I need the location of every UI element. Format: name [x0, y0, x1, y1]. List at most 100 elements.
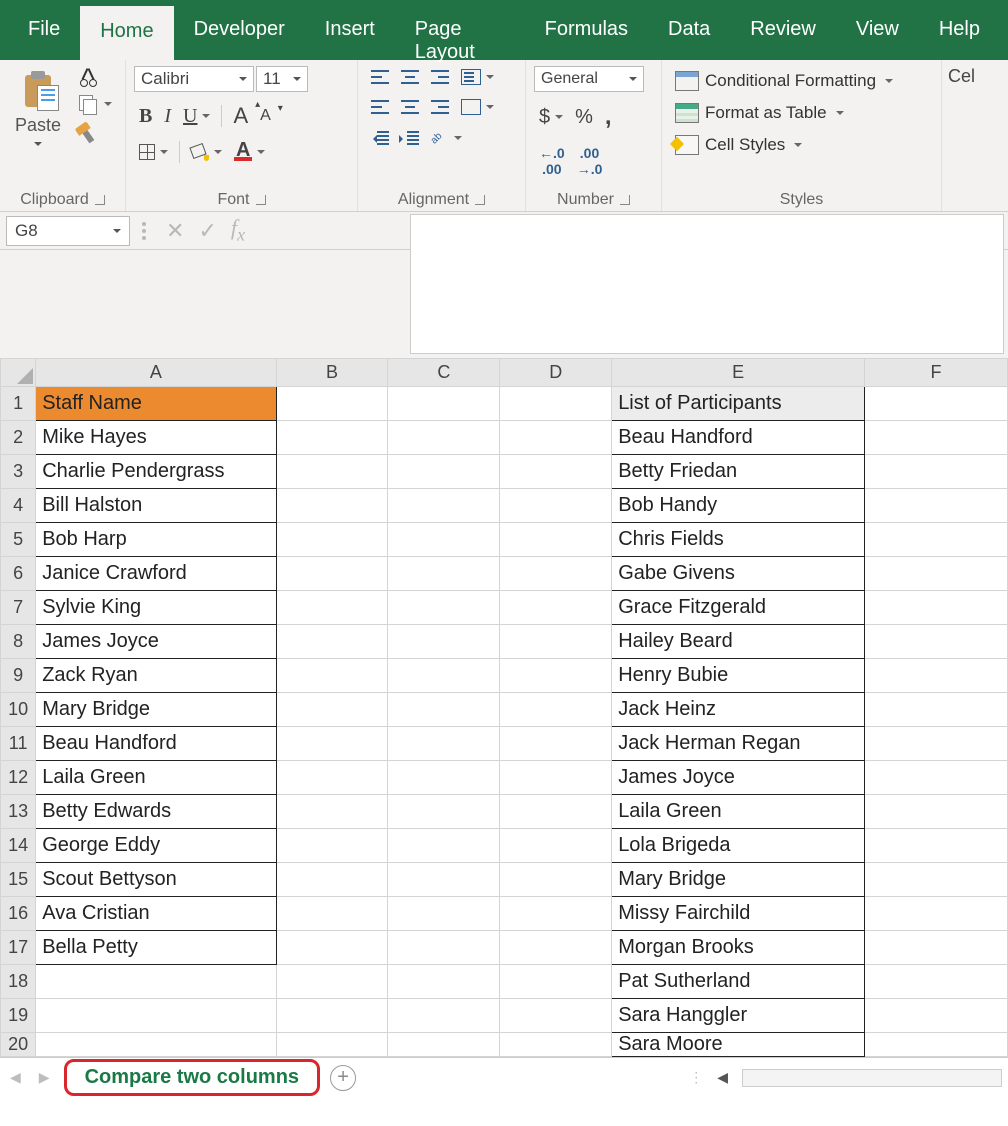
cell-C19[interactable] — [388, 999, 500, 1033]
font-color-button[interactable]: A — [229, 140, 270, 164]
cell-B9[interactable] — [276, 659, 388, 693]
format-as-table-button[interactable]: Format as Table — [670, 100, 933, 126]
font-name-select[interactable]: Calibri — [134, 66, 254, 92]
row-header[interactable]: 5 — [1, 523, 36, 557]
cell-D11[interactable] — [500, 727, 612, 761]
column-header-A[interactable]: A — [36, 359, 276, 387]
cell-A4[interactable]: Bill Halston — [36, 489, 276, 523]
cell-F9[interactable] — [864, 659, 1007, 693]
cell-A10[interactable]: Mary Bridge — [36, 693, 276, 727]
cell-B16[interactable] — [276, 897, 388, 931]
cell-F12[interactable] — [864, 761, 1007, 795]
decrease-decimal-button[interactable]: .00→.0 — [572, 142, 608, 180]
cell-C10[interactable] — [388, 693, 500, 727]
cell-F20[interactable] — [864, 1033, 1007, 1057]
shrink-font-button[interactable]: A▾ — [255, 104, 276, 128]
cell-D9[interactable] — [500, 659, 612, 693]
cell-C17[interactable] — [388, 931, 500, 965]
horizontal-scrollbar[interactable] — [742, 1069, 1002, 1087]
name-box[interactable]: G8 — [6, 216, 130, 246]
cell-D19[interactable] — [500, 999, 612, 1033]
tab-file[interactable]: File — [8, 0, 80, 60]
row-header[interactable]: 10 — [1, 693, 36, 727]
cell-D2[interactable] — [500, 421, 612, 455]
cell-F13[interactable] — [864, 795, 1007, 829]
cell-C1[interactable] — [388, 387, 500, 421]
row-header[interactable]: 6 — [1, 557, 36, 591]
cell-B2[interactable] — [276, 421, 388, 455]
enter-formula-button[interactable]: ✓ — [198, 218, 216, 244]
cell-C14[interactable] — [388, 829, 500, 863]
cell-C16[interactable] — [388, 897, 500, 931]
row-header[interactable]: 7 — [1, 591, 36, 625]
cancel-formula-button[interactable]: ✕ — [166, 218, 184, 244]
cell-B6[interactable] — [276, 557, 388, 591]
increase-indent-button[interactable] — [396, 128, 424, 148]
row-header[interactable]: 17 — [1, 931, 36, 965]
hscroll-left[interactable]: ◀ — [713, 1069, 732, 1086]
cell-D16[interactable] — [500, 897, 612, 931]
tab-page-layout[interactable]: Page Layout — [395, 0, 525, 60]
cell-E18[interactable]: Pat Sutherland — [612, 965, 865, 999]
cell-E9[interactable]: Henry Bubie — [612, 659, 865, 693]
row-header[interactable]: 19 — [1, 999, 36, 1033]
cell-B8[interactable] — [276, 625, 388, 659]
cell-A17[interactable]: Bella Petty — [36, 931, 276, 965]
row-header[interactable]: 3 — [1, 455, 36, 489]
cell-E17[interactable]: Morgan Brooks — [612, 931, 865, 965]
cell-C9[interactable] — [388, 659, 500, 693]
borders-button[interactable] — [134, 141, 173, 163]
bold-button[interactable]: B — [134, 102, 157, 131]
cell-F4[interactable] — [864, 489, 1007, 523]
paste-button[interactable]: Paste — [8, 66, 68, 187]
cell-D17[interactable] — [500, 931, 612, 965]
accounting-format-button[interactable]: $ — [534, 103, 568, 132]
comma-format-button[interactable]: , — [600, 100, 617, 134]
tab-help[interactable]: Help — [919, 0, 1000, 60]
cell-A2[interactable]: Mike Hayes — [36, 421, 276, 455]
cell-E10[interactable]: Jack Heinz — [612, 693, 865, 727]
row-header[interactable]: 16 — [1, 897, 36, 931]
cell-F18[interactable] — [864, 965, 1007, 999]
cell-A14[interactable]: George Eddy — [36, 829, 276, 863]
cell-E1[interactable]: List of Participants — [612, 387, 865, 421]
number-format-select[interactable]: General — [534, 66, 644, 92]
font-dialog-launcher[interactable] — [256, 195, 266, 205]
fill-color-button[interactable] — [186, 142, 227, 162]
orientation-button[interactable] — [426, 126, 467, 150]
cell-A3[interactable]: Charlie Pendergrass — [36, 455, 276, 489]
row-header[interactable]: 20 — [1, 1033, 36, 1057]
increase-decimal-button[interactable]: ←.0.00 — [534, 142, 570, 180]
cell-A1[interactable]: Staff Name — [36, 387, 276, 421]
format-painter-button[interactable] — [74, 118, 117, 146]
cell-A6[interactable]: Janice Crawford — [36, 557, 276, 591]
cell-B4[interactable] — [276, 489, 388, 523]
row-header[interactable]: 9 — [1, 659, 36, 693]
cell-F3[interactable] — [864, 455, 1007, 489]
cell-A15[interactable]: Scout Bettyson — [36, 863, 276, 897]
cell-B20[interactable] — [276, 1033, 388, 1057]
row-header[interactable]: 2 — [1, 421, 36, 455]
cell-B11[interactable] — [276, 727, 388, 761]
clipboard-dialog-launcher[interactable] — [95, 195, 105, 205]
cell-B18[interactable] — [276, 965, 388, 999]
cell-D4[interactable] — [500, 489, 612, 523]
cell-C2[interactable] — [388, 421, 500, 455]
cell-B12[interactable] — [276, 761, 388, 795]
formula-input[interactable] — [410, 214, 1004, 354]
cell-E3[interactable]: Betty Friedan — [612, 455, 865, 489]
italic-button[interactable]: I — [159, 102, 176, 131]
cell-E2[interactable]: Beau Handford — [612, 421, 865, 455]
column-header-F[interactable]: F — [864, 359, 1007, 387]
cell-C4[interactable] — [388, 489, 500, 523]
tab-data[interactable]: Data — [648, 0, 730, 60]
cell-F1[interactable] — [864, 387, 1007, 421]
cell-E11[interactable]: Jack Herman Regan — [612, 727, 865, 761]
sheet-nav-next[interactable]: ▶ — [35, 1069, 54, 1086]
cell-B19[interactable] — [276, 999, 388, 1033]
cell-C8[interactable] — [388, 625, 500, 659]
cell-F5[interactable] — [864, 523, 1007, 557]
cell-A19[interactable] — [36, 999, 276, 1033]
cell-styles-button[interactable]: Cell Styles — [670, 132, 933, 158]
cut-button[interactable] — [74, 66, 117, 90]
